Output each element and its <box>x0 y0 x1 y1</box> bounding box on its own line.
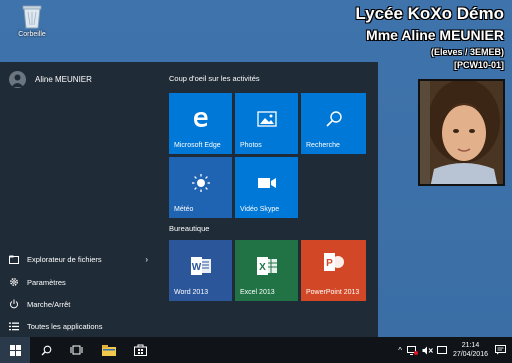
clock-date: 27/04/2016 <box>452 351 488 358</box>
user-photo <box>418 79 505 186</box>
tile-label: Recherche <box>306 142 340 149</box>
svg-text:P: P <box>326 258 333 269</box>
gear-icon <box>9 277 19 287</box>
tile-excel[interactable]: X Excel 2013 <box>235 240 298 301</box>
clock[interactable]: 21:14 27/04/2016 <box>453 341 488 359</box>
taskbar-file-explorer[interactable] <box>94 337 124 363</box>
user-account[interactable]: Aline MEUNIER <box>9 71 92 88</box>
excel-icon: X <box>256 256 277 275</box>
edge-icon <box>193 111 208 127</box>
video-icon <box>257 177 276 188</box>
tile-label: Vidéo Skype <box>240 206 280 213</box>
search-icon <box>41 345 51 355</box>
start-button[interactable] <box>0 337 30 363</box>
photos-icon <box>256 110 277 127</box>
clock-time: 21:14 <box>461 342 480 349</box>
user-group: (Eleves / 3EMEB) <box>430 47 504 57</box>
network-icon[interactable] <box>406 345 418 355</box>
taskbar: ^ 21:14 27/04/2016 <box>0 337 512 363</box>
tile-photos[interactable]: Photos <box>235 93 298 154</box>
tile-label: Météo <box>174 206 194 213</box>
task-view-button[interactable] <box>61 337 91 363</box>
taskbar-store[interactable] <box>125 337 155 363</box>
language-icon[interactable] <box>436 345 447 355</box>
tile-group-title: Bureautique <box>169 224 210 233</box>
task-view-icon <box>70 345 82 355</box>
tile-group-title: Coup d'oeil sur les activités <box>169 74 260 83</box>
recycle-bin[interactable]: Corbeille <box>12 3 52 38</box>
start-menu: Aline MEUNIER Explorateur de fichiers › … <box>0 62 378 337</box>
chevron-right-icon: › <box>145 254 148 264</box>
folder-icon <box>9 254 19 264</box>
menu-item-power[interactable]: Marche/Arrêt <box>9 299 154 309</box>
store-icon <box>133 344 147 356</box>
menu-item-file-explorer[interactable]: Explorateur de fichiers › <box>9 254 154 264</box>
recycle-bin-label: Corbeille <box>18 31 46 38</box>
menu-item-settings[interactable]: Paramètres <box>9 277 154 287</box>
menu-item-label: Explorateur de fichiers <box>27 254 102 264</box>
tile-powerpoint[interactable]: P PowerPoint 2013 <box>301 240 366 301</box>
power-icon <box>9 299 19 309</box>
volume-muted-icon[interactable] <box>422 346 433 355</box>
search-icon <box>325 110 342 127</box>
session-info: Lycée KoXo Démo Mme Aline MEUNIER (Eleve… <box>355 4 504 71</box>
tile-word[interactable]: W Word 2013 <box>169 240 232 301</box>
tile-label: Excel 2013 <box>240 289 275 296</box>
menu-item-label: Paramètres <box>27 277 66 287</box>
tile-weather[interactable]: Météo <box>169 157 232 218</box>
windows-icon <box>9 344 21 356</box>
menu-item-label: Toutes les applications <box>27 321 103 331</box>
avatar <box>9 71 26 88</box>
tile-label: Photos <box>240 142 262 149</box>
user-name: Aline MEUNIER <box>35 75 92 84</box>
taskbar-search-button[interactable] <box>31 337 61 363</box>
system-tray: ^ 21:14 27/04/2016 <box>398 337 506 363</box>
powerpoint-icon: P <box>323 252 344 271</box>
tile-label: PowerPoint 2013 <box>306 289 360 296</box>
start-menu-left: Aline MEUNIER Explorateur de fichiers › … <box>0 62 160 337</box>
tile-skype-video[interactable]: Vidéo Skype <box>235 157 298 218</box>
tile-microsoft-edge[interactable]: Microsoft Edge <box>169 93 232 154</box>
word-icon: W <box>190 256 211 275</box>
folder-icon <box>102 344 116 356</box>
menu-item-label: Marche/Arrêt <box>27 299 71 309</box>
notifications-icon[interactable] <box>495 345 506 355</box>
tile-label: Word 2013 <box>174 289 209 296</box>
teacher-name: Mme Aline MEUNIER <box>366 27 504 43</box>
chevron-up-icon[interactable]: ^ <box>398 346 402 355</box>
list-icon <box>9 321 19 331</box>
menu-item-all-apps[interactable]: Toutes les applications <box>9 321 154 331</box>
weather-icon <box>191 173 210 192</box>
svg-text:W: W <box>191 262 201 273</box>
svg-text:X: X <box>259 262 266 273</box>
tile-search[interactable]: Recherche <box>301 93 366 154</box>
recycle-bin-icon <box>22 5 42 29</box>
school-name: Lycée KoXo Démo <box>355 4 504 23</box>
tile-label: Microsoft Edge <box>174 142 221 149</box>
